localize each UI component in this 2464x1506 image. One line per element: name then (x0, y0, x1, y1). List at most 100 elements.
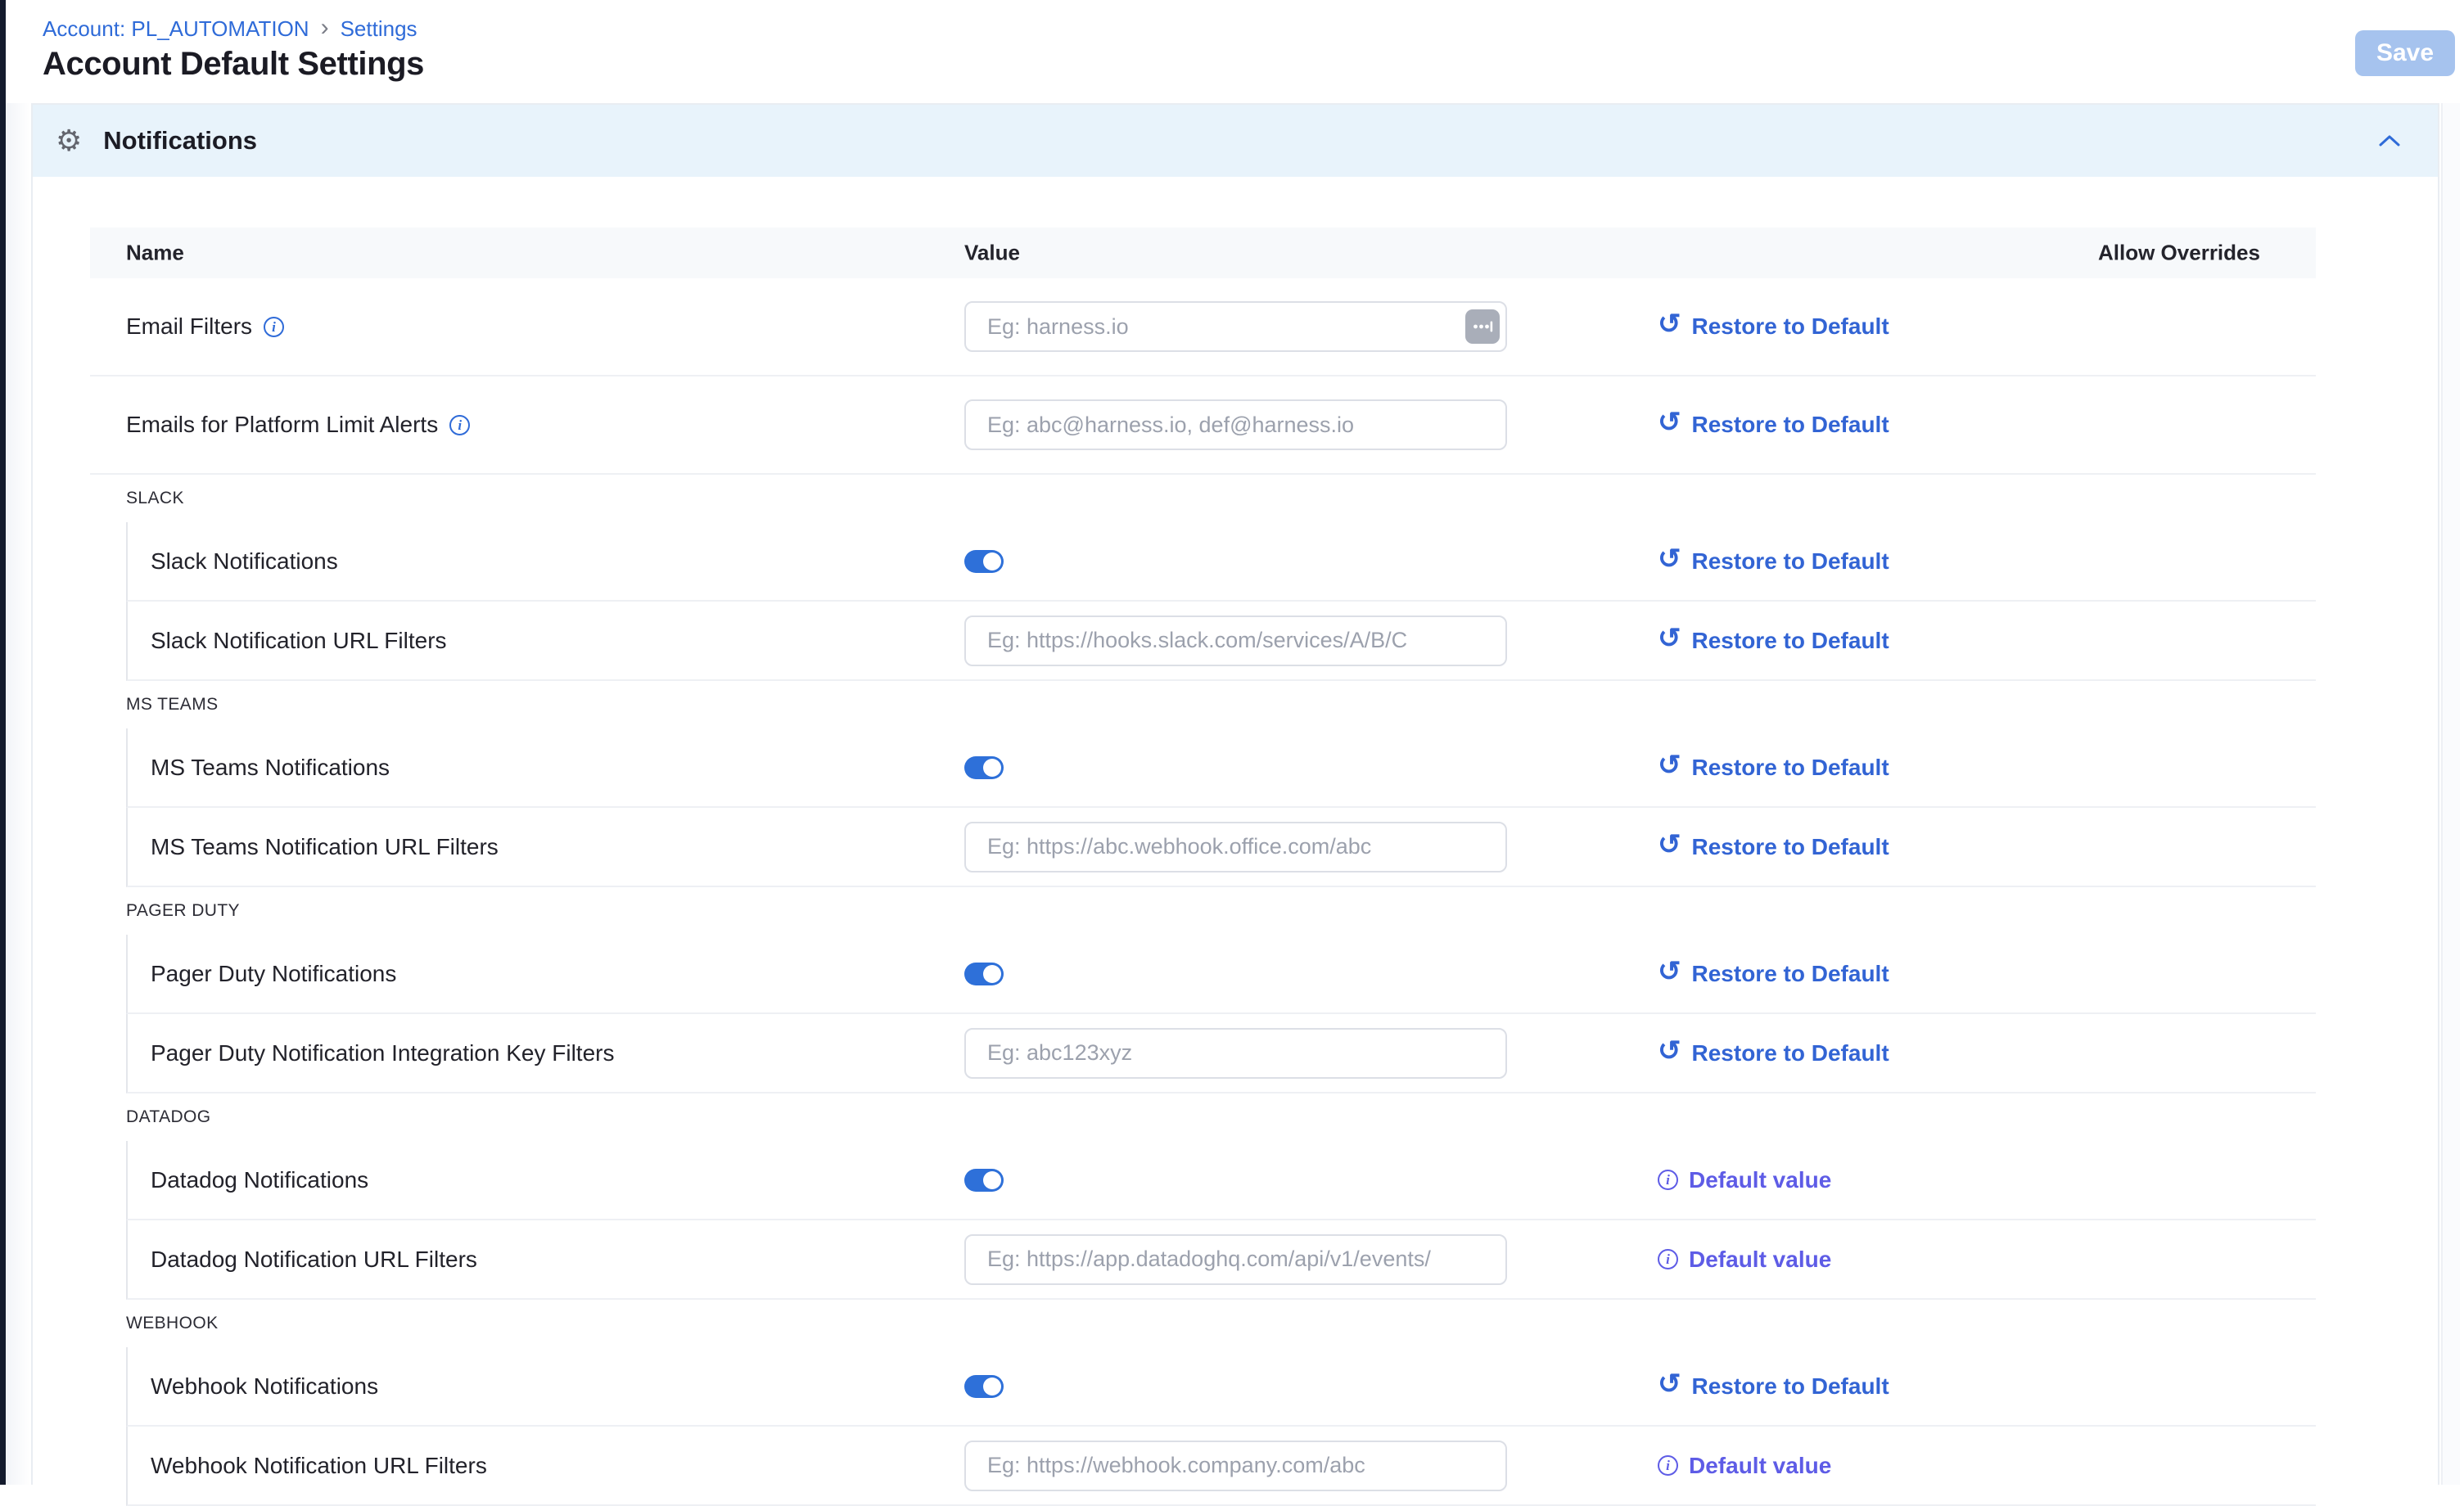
group-webhook: Webhook Notifications ↺Restore to Default… (90, 1347, 2316, 1506)
action-label: Restore to Default (1692, 412, 1889, 438)
restore-to-default-link[interactable]: ↺ Restore to Default (1658, 548, 1889, 575)
webhook-notification-url-filters-input[interactable] (964, 1441, 1507, 1491)
column-header-name: Name (126, 241, 184, 266)
restore-to-default-link[interactable]: ↺ Restore to Default (1658, 411, 1889, 439)
emails-for-platform-limit-alerts-input[interactable] (964, 399, 1507, 450)
action-label: Restore to Default (1692, 961, 1889, 987)
restore-to-default-link[interactable]: ↺ Restore to Default (1658, 1039, 1889, 1067)
action-label: Default value (1689, 1247, 1831, 1273)
setting-label: Webhook Notifications (151, 1373, 378, 1400)
slack-notifications-toggle[interactable] (964, 550, 1004, 573)
setting-label: Datadog Notifications (151, 1167, 368, 1193)
restore-icon: ↺ (1658, 408, 1681, 436)
collapse-section-button[interactable] (2372, 129, 2407, 153)
webhook-notifications-toggle[interactable] (964, 1375, 1004, 1398)
action-label: Restore to Default (1692, 548, 1889, 575)
setting-row-pager-duty-notifications: Pager Duty Notifications ↺ Restore to Defa… (126, 935, 2316, 1014)
setting-label: Email Filtersi (126, 313, 284, 340)
restore-to-default-link[interactable]: ↺ Restore to Default (1658, 833, 1889, 861)
setting-row-webhook-notification-url-filters: Webhook Notification URL Filters iDefault… (126, 1427, 2316, 1506)
setting-row-datadog-notification-url-filters: Datadog Notification URL Filters i Default… (126, 1220, 2316, 1300)
group-label-pager-duty: PAGER DUTY (90, 887, 2316, 935)
settings-table: Name Value Allow Overrides Email Filters… (90, 228, 2316, 1506)
email-filters-input[interactable] (964, 301, 1507, 352)
action-label: Default value (1689, 1453, 1831, 1479)
sidebar-shadow (6, 0, 30, 1485)
default-value-link[interactable]: i Default value (1658, 1247, 1831, 1273)
group-label-webhook: WEBHOOK (90, 1300, 2316, 1347)
input-type-selector-icon[interactable] (1465, 309, 1500, 344)
setting-label-text: Pager Duty Notifications (151, 961, 396, 987)
pager-duty-notification-integration-key-filters-input[interactable] (964, 1028, 1507, 1079)
action-label: Restore to Default (1692, 628, 1889, 654)
default-value-link[interactable]: iDefault value (1658, 1453, 1831, 1479)
action-label: Restore to Default (1692, 755, 1889, 781)
group-ms-teams: MS Teams Notifications ↺ Restore to Defaul… (90, 728, 2316, 887)
setting-value-cell (964, 399, 1507, 450)
info-icon: i (1658, 1249, 1678, 1269)
restore-to-default-link[interactable]: ↺Restore to Default (1658, 1373, 1889, 1400)
restore-to-default-link[interactable]: ↺ Restore to Default (1658, 627, 1889, 655)
setting-label: Slack Notifications (151, 548, 338, 575)
setting-row-slack-notifications: Slack Notifications ↺ Restore to Default (126, 522, 2316, 602)
datadog-notification-url-filters-input[interactable] (964, 1234, 1507, 1285)
info-icon[interactable]: i (449, 415, 470, 435)
gear-icon: ⚙ (56, 126, 82, 156)
value-input-wrap (964, 615, 1507, 666)
setting-value-cell (964, 822, 1507, 872)
restore-to-default-link[interactable]: ↺Restore to Default (1658, 313, 1889, 340)
chevron-up-icon (2377, 133, 2402, 148)
setting-label-text: Webhook Notification URL Filters (151, 1453, 487, 1479)
breadcrumb-account-link[interactable]: Account: PL_AUTOMATION (43, 16, 309, 42)
restore-to-default-link[interactable]: ↺ Restore to Default (1658, 960, 1889, 988)
notifications-panel-header: ⚙ Notifications (33, 105, 2438, 177)
setting-label-text: Slack Notifications (151, 548, 338, 575)
restore-to-default-link[interactable]: ↺Restore to Default (1658, 754, 1889, 782)
action-label: Restore to Default (1692, 1040, 1889, 1066)
slack-notification-url-filters-input[interactable] (964, 615, 1507, 666)
scrollbar-track[interactable] (2441, 103, 2460, 1485)
datadog-notifications-toggle[interactable] (964, 1169, 1004, 1192)
setting-row-pager-duty-notification-integration-key-filters: Pager Duty Notification Integration Key … (126, 1014, 2316, 1093)
ms-teams-notifications-toggle[interactable] (964, 756, 1004, 779)
column-header-value: Value (964, 241, 1020, 266)
value-input-wrap (964, 1028, 1507, 1079)
setting-label: Emails for Platform Limit Alerts i (126, 412, 470, 438)
restore-icon: ↺ (1658, 310, 1681, 338)
pager-duty-notifications-toggle[interactable] (964, 963, 1004, 985)
setting-label: Datadog Notification URL Filters (151, 1247, 477, 1273)
setting-row-slack-notification-url-filters: Slack Notification URL Filters ↺ Restore t… (126, 602, 2316, 681)
value-input-wrap (964, 822, 1507, 872)
column-header-allow-overrides: Allow Overrides (2098, 241, 2260, 266)
breadcrumb-chevron-icon: › (321, 16, 329, 40)
setting-label-text: MS Teams Notifications (151, 755, 390, 781)
group-datadog: Datadog NotificationsiDefault valueDatad… (90, 1141, 2316, 1300)
table-header-row: Name Value Allow Overrides (90, 228, 2316, 278)
restore-icon: ↺ (1658, 1037, 1681, 1065)
save-button[interactable]: Save (2355, 30, 2455, 76)
toggle-knob (983, 965, 1001, 983)
setting-value-cell (964, 301, 1507, 352)
restore-icon: ↺ (1658, 545, 1681, 573)
info-icon[interactable]: i (264, 317, 284, 337)
value-input-wrap (964, 301, 1507, 352)
restore-icon: ↺ (1658, 831, 1681, 859)
group-label-datadog: DATADOG (90, 1093, 2316, 1141)
setting-label-text: Pager Duty Notification Integration Key … (151, 1040, 614, 1066)
setting-value-cell (964, 1234, 1507, 1285)
setting-label-text: Datadog Notifications (151, 1167, 368, 1193)
setting-label: Slack Notification URL Filters (151, 628, 447, 654)
action-label: Restore to Default (1692, 834, 1889, 860)
ms-teams-notification-url-filters-input[interactable] (964, 822, 1507, 872)
setting-label: MS Teams Notification URL Filters (151, 834, 499, 860)
section-title: Notifications (103, 126, 257, 156)
default-value-link[interactable]: iDefault value (1658, 1167, 1831, 1193)
restore-icon: ↺ (1658, 958, 1681, 985)
setting-label: MS Teams Notifications (151, 755, 390, 781)
restore-icon: ↺ (1658, 624, 1681, 652)
action-label: Default value (1689, 1167, 1831, 1193)
page-title: Account Default Settings (43, 46, 424, 83)
value-input-wrap (964, 399, 1507, 450)
setting-label-text: Emails for Platform Limit Alerts (126, 412, 438, 438)
breadcrumb-settings-link[interactable]: Settings (341, 16, 417, 42)
